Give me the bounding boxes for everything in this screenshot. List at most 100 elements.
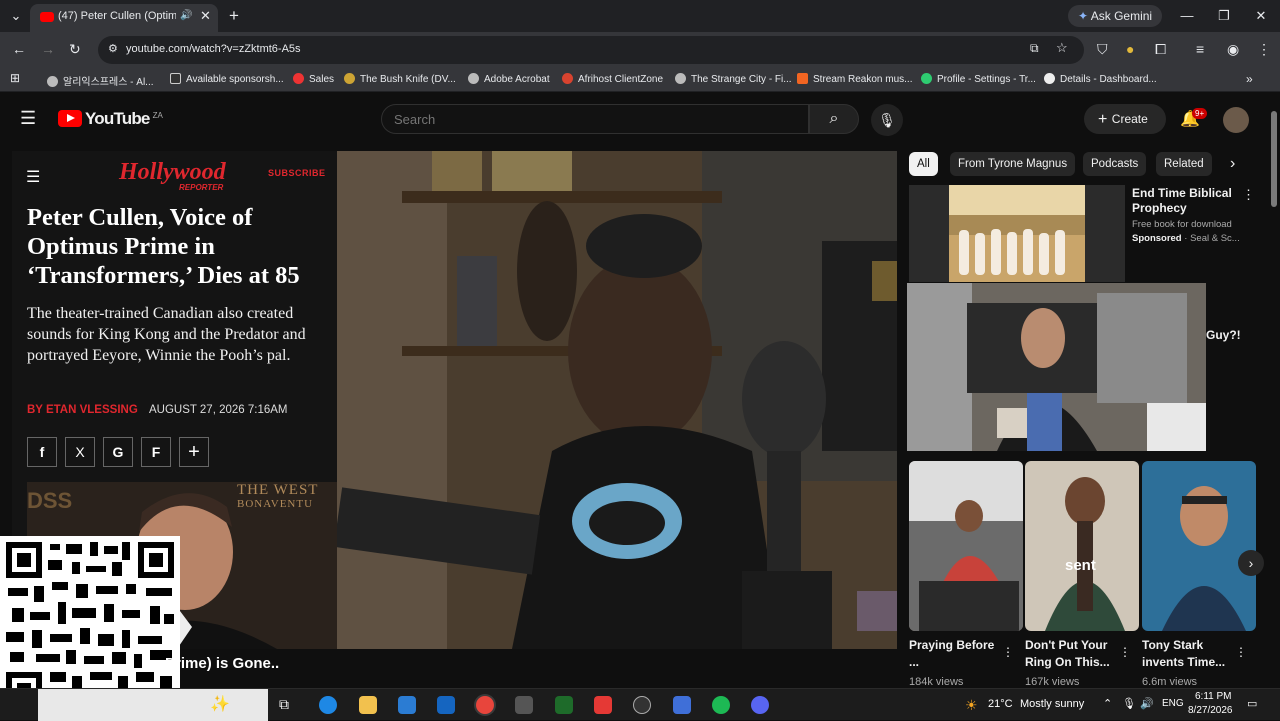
weather-temperature[interactable]: 21°C: [988, 698, 1013, 710]
apps-grid-icon[interactable]: ⊞: [10, 71, 20, 85]
short-thumbnail-2[interactable]: sent: [1025, 461, 1139, 631]
back-icon[interactable]: ←: [12, 41, 26, 57]
voice-search-mic-icon[interactable]: 🎙: [871, 104, 903, 136]
reload-icon[interactable]: ↻: [69, 41, 81, 58]
new-tab-button[interactable]: +: [224, 6, 244, 26]
shorts-next-arrow-icon[interactable]: ›: [1238, 550, 1264, 576]
short-1-more-icon[interactable]: ⋮: [1002, 645, 1014, 659]
minimize-icon[interactable]: —: [1177, 6, 1197, 26]
bookmark-item[interactable]: Available sponsorsh...: [170, 73, 284, 85]
browser-tab[interactable]: (47) Peter Cullen (Optimus 🔊 ✕: [30, 4, 218, 32]
bookmark-item[interactable]: Stream Reakon mus...: [797, 73, 912, 85]
file-explorer-icon[interactable]: [359, 696, 377, 714]
chips-next-arrow-icon[interactable]: ›: [1230, 155, 1235, 173]
install-app-icon[interactable]: ⧉: [1030, 41, 1039, 56]
create-button[interactable]: + Create: [1084, 104, 1166, 134]
short-thumbnail-1[interactable]: [909, 461, 1023, 631]
clock-date[interactable]: 8/27/2026: [1188, 705, 1233, 716]
chip-podcasts[interactable]: Podcasts: [1083, 152, 1147, 176]
coin-extension-icon[interactable]: ●: [1126, 41, 1134, 57]
chip-related[interactable]: Related: [1156, 152, 1212, 176]
article-dek: The theater-trained Canadian also create…: [27, 305, 306, 364]
ad-title[interactable]: End Time Biblical Prophecy: [1132, 186, 1242, 216]
user-avatar[interactable]: [1223, 107, 1249, 133]
media-controls-icon[interactable]: ≡: [1196, 41, 1204, 57]
short-thumbnail-3[interactable]: [1142, 461, 1256, 631]
youtube-logo[interactable]: YouTube ZA: [58, 109, 163, 129]
search-button[interactable]: ⌕: [809, 104, 859, 134]
chip-from-tyrone-magnus[interactable]: From Tyrone Magnus: [950, 152, 1076, 176]
url-text[interactable]: youtube.com/watch?v=zZktmt6-A5s: [126, 43, 301, 55]
globe-icon: [468, 73, 479, 84]
hamburger-menu-icon[interactable]: ☰: [20, 108, 36, 129]
bookmark-item[interactable]: Details - Dashboard...: [1044, 73, 1157, 85]
ad-more-options-icon[interactable]: ⋮: [1242, 187, 1255, 203]
media-player-icon[interactable]: [515, 696, 533, 714]
short-2-overlay-text: sent: [1065, 557, 1096, 574]
discord-icon[interactable]: [751, 696, 769, 714]
shield-extension-icon[interactable]: ⛉: [1097, 41, 1108, 58]
tab-search-icon[interactable]: ⌄: [6, 6, 26, 26]
audio-playing-icon[interactable]: 🔊: [180, 10, 192, 21]
bookmark-item[interactable]: Adobe Acrobat: [468, 73, 550, 85]
ad-thumbnail[interactable]: [909, 185, 1125, 282]
bookmark-item[interactable]: 알리익스프레스 - Al...: [47, 73, 154, 88]
bookmark-item[interactable]: The Bush Knife (DV...: [344, 73, 456, 85]
create-label: Create: [1111, 112, 1148, 126]
forward-icon[interactable]: →: [41, 41, 55, 57]
chip-all[interactable]: All: [909, 152, 938, 176]
task-view-icon[interactable]: ⧉: [279, 696, 297, 714]
short-title-3[interactable]: Tony Stark invents Time...: [1142, 637, 1228, 671]
notes-app-icon[interactable]: [673, 696, 691, 714]
bookmark-item[interactable]: Sales: [293, 73, 334, 85]
red-app-icon[interactable]: [594, 696, 612, 714]
hardware-monitor-icon[interactable]: [555, 696, 573, 714]
bookmark-item[interactable]: The Strange City - Fi...: [675, 73, 792, 85]
page-scrollbar[interactable]: [1268, 97, 1280, 688]
more-bookmarks-icon[interactable]: »: [1246, 72, 1253, 86]
notification-count-badge: 9+: [1192, 108, 1208, 119]
input-language[interactable]: ENG: [1162, 698, 1184, 709]
sales-icon: [293, 73, 304, 84]
address-toolbar: ← → ↻ ⚙ youtube.com/watch?v=zZktmt6-A5s …: [0, 32, 1280, 68]
obs-studio-icon[interactable]: [633, 696, 651, 714]
maximize-icon[interactable]: ❐: [1214, 6, 1234, 26]
short-2-more-icon[interactable]: ⋮: [1119, 645, 1131, 659]
microsoft-store-icon[interactable]: [398, 696, 416, 714]
spotify-icon[interactable]: [712, 696, 730, 714]
short-views-2: 167k views: [1025, 676, 1080, 688]
search-input[interactable]: [394, 112, 784, 127]
site-info-icon[interactable]: ⚙: [108, 42, 118, 55]
tab-title: (47) Peter Cullen (Optimus: [58, 10, 176, 22]
omnibox[interactable]: ⚙ youtube.com/watch?v=zZktmt6-A5s ⧉ ☆: [98, 36, 1084, 64]
close-tab-icon[interactable]: ✕: [200, 8, 211, 24]
close-window-icon[interactable]: ✕: [1251, 6, 1271, 26]
taskbar-search-box[interactable]: ✨: [38, 689, 268, 721]
globe-icon: [47, 76, 58, 87]
chrome-icon[interactable]: [476, 696, 494, 714]
ask-gemini-button[interactable]: ✦ Ask Gemini: [1068, 5, 1163, 27]
short-title-1[interactable]: Praying Before ...: [909, 637, 995, 671]
microphone-tray-icon[interactable]: 🎙: [1122, 697, 1136, 710]
youtube-favicon-icon: [40, 12, 54, 22]
google-share-icon: G: [103, 437, 133, 467]
short-3-more-icon[interactable]: ⋮: [1235, 645, 1247, 659]
notifications-tray-icon[interactable]: ▭: [1247, 697, 1257, 710]
outlook-icon[interactable]: [437, 696, 455, 714]
browser-menu-icon[interactable]: ⋮: [1257, 41, 1271, 58]
extensions-puzzle-icon[interactable]: ⧠: [1155, 41, 1166, 58]
page-icon: [170, 73, 181, 84]
show-hidden-icons-icon[interactable]: ⌃: [1103, 697, 1112, 710]
short-title-2[interactable]: Don't Put Your Ring On This...: [1025, 637, 1111, 671]
article-headline: Peter Cullen, Voice of Optimus Prime in …: [27, 204, 300, 289]
volume-tray-icon[interactable]: 🔊: [1140, 697, 1154, 710]
bookmark-item[interactable]: Afrihost ClientZone: [562, 73, 663, 85]
weather-description[interactable]: Mostly sunny: [1020, 698, 1084, 710]
scrollbar-thumb[interactable]: [1271, 111, 1277, 207]
search-box[interactable]: [381, 104, 809, 134]
bookmark-item[interactable]: Profile - Settings - Tr...: [921, 73, 1036, 85]
clock-time[interactable]: 6:11 PM: [1195, 691, 1232, 702]
edge-browser-icon[interactable]: [319, 696, 337, 714]
bookmark-star-icon[interactable]: ☆: [1056, 40, 1068, 56]
profile-icon[interactable]: ◉: [1227, 41, 1239, 58]
